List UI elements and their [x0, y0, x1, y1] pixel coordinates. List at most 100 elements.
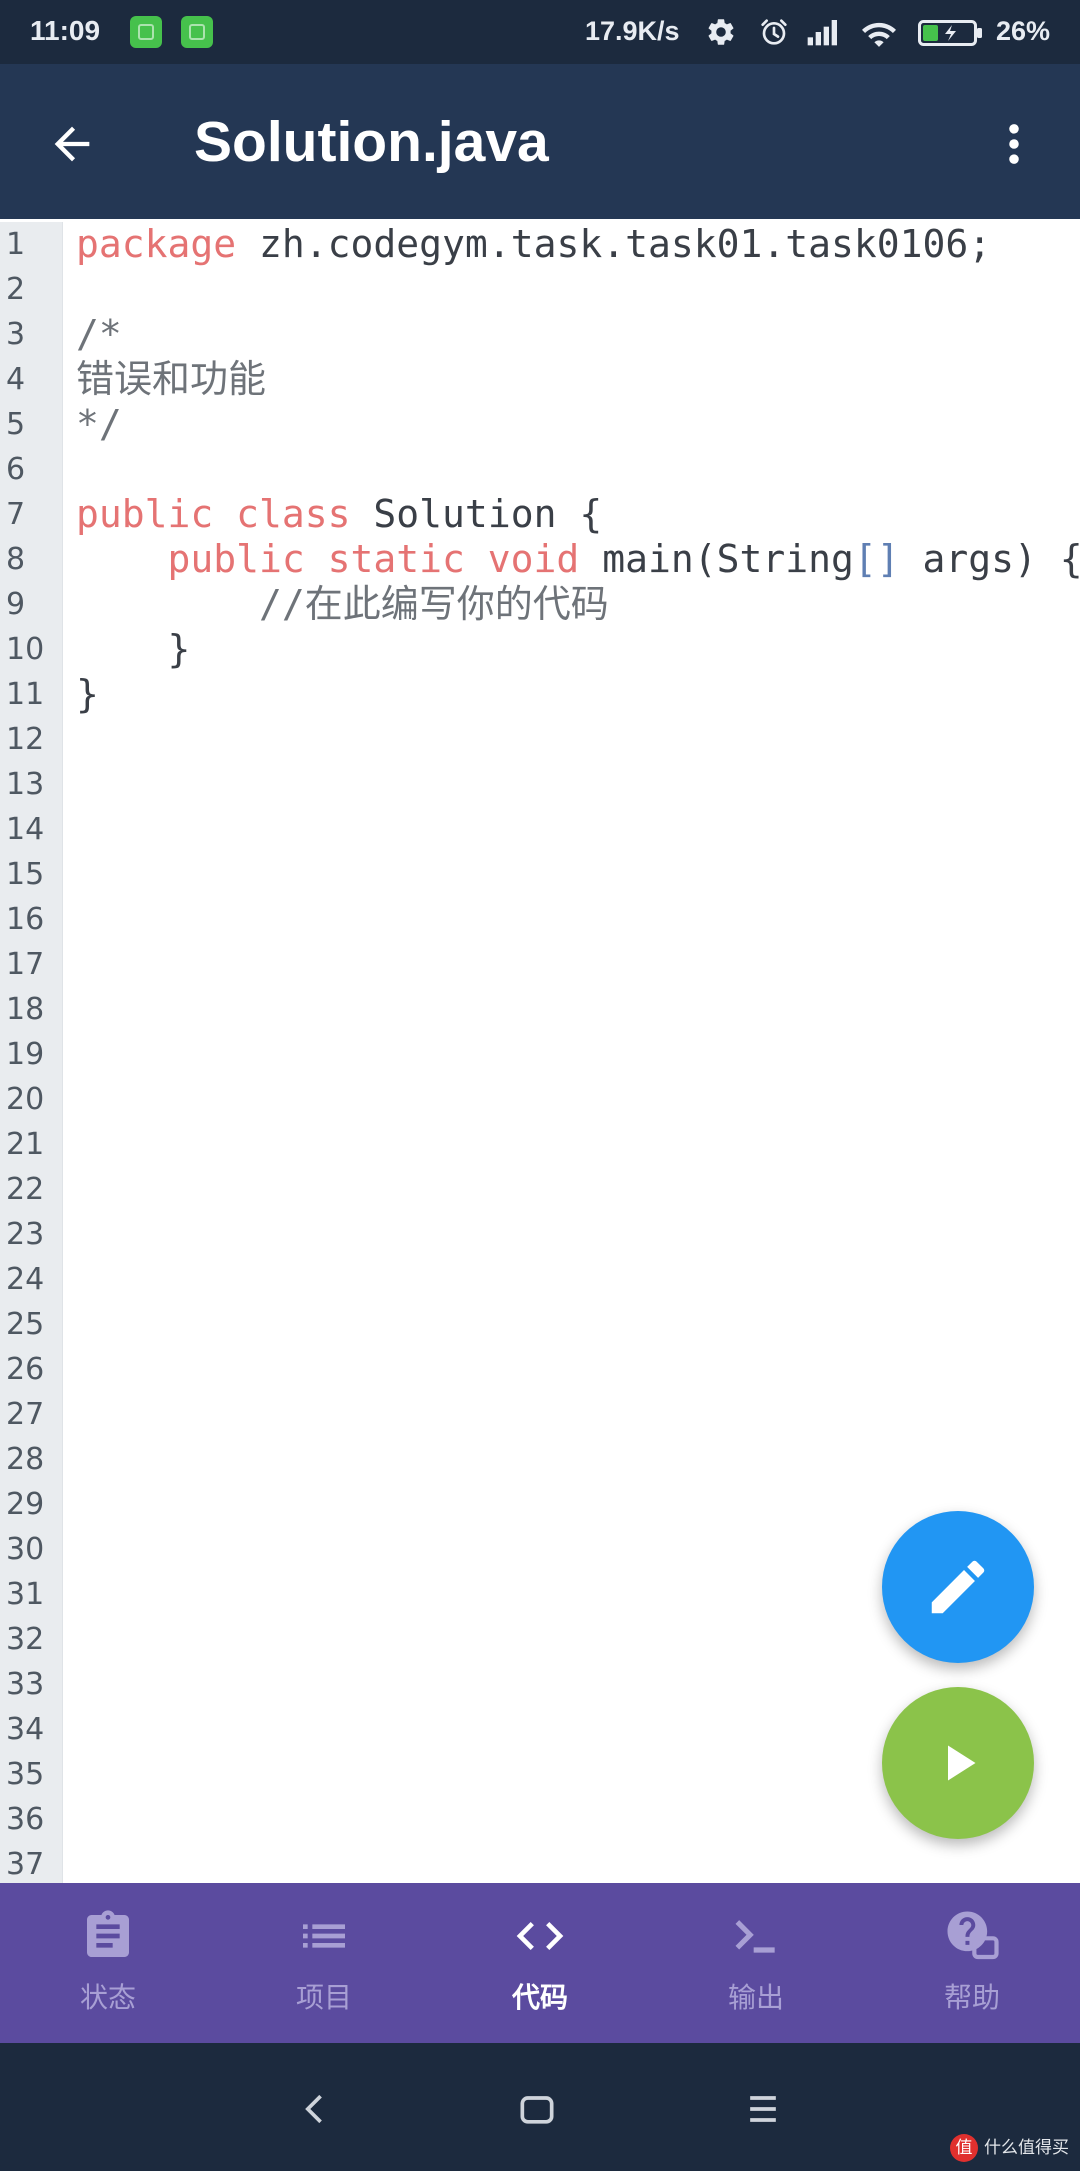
nav-home-icon[interactable]	[515, 2087, 559, 2131]
tab-label: 帮助	[943, 1982, 1000, 2013]
code-line: 21	[0, 1122, 1080, 1167]
line-number: 4	[0, 357, 63, 402]
code-line-content: 错误和功能	[63, 357, 1080, 402]
nav-back-icon[interactable]	[294, 2087, 338, 2131]
page-title: Solution.java	[194, 110, 549, 174]
line-number: 21	[0, 1122, 63, 1167]
alarm-icon	[761, 19, 787, 45]
battery-level: 26%	[996, 16, 1051, 46]
line-number: 24	[0, 1257, 63, 1302]
code-line: 17	[0, 942, 1080, 987]
arrow-back-icon[interactable]	[46, 118, 98, 170]
code-line-content: public static void main(String[] args) {	[63, 537, 1080, 582]
line-number: 30	[0, 1527, 63, 1572]
code-line-content	[63, 1077, 1080, 1122]
more-vert-icon[interactable]	[988, 118, 1040, 170]
signal-icon	[807, 20, 837, 46]
code-line: 20	[0, 1077, 1080, 1122]
line-number: 12	[0, 717, 63, 762]
line-number: 16	[0, 897, 63, 942]
code-line: 15	[0, 852, 1080, 897]
code-token-plain: Solution {	[350, 492, 603, 536]
code-line: 37	[0, 1842, 1080, 1883]
line-number: 15	[0, 852, 63, 897]
app-bar: Solution.java	[0, 64, 1080, 219]
code-token-comment: //在此编写你的代码	[76, 582, 609, 626]
play-icon	[948, 1745, 976, 1781]
code-line-content	[63, 852, 1080, 897]
tab-label: 状态	[79, 1982, 136, 2013]
code-token-keyword: public static void	[76, 537, 580, 581]
code-token-plain: }	[76, 627, 191, 671]
line-number: 23	[0, 1212, 63, 1257]
network-speed: 17.9K/s	[585, 16, 680, 46]
run-button[interactable]	[882, 1687, 1034, 1839]
line-number: 2	[0, 267, 63, 312]
line-number: 11	[0, 672, 63, 717]
code-line-content: */	[63, 402, 1080, 447]
code-line: 2	[0, 267, 1080, 312]
status-time: 11:09	[30, 15, 101, 46]
code-line: 4 错误和功能	[0, 357, 1080, 402]
line-number: 1	[0, 222, 63, 267]
list-icon	[303, 1924, 345, 1948]
code-line: 25	[0, 1302, 1080, 1347]
code-line: 7 public class Solution {	[0, 492, 1080, 537]
line-number: 14	[0, 807, 63, 852]
battery-icon	[918, 20, 982, 46]
line-number: 34	[0, 1707, 63, 1752]
tab-label: 输出	[727, 1982, 784, 2013]
system-navigation-bar	[0, 2043, 1080, 2171]
watermark-logo: 值	[950, 2134, 978, 2162]
code-line-content	[63, 1302, 1080, 1347]
line-number: 36	[0, 1797, 63, 1842]
tab-status[interactable]: 状态	[0, 1883, 216, 2043]
tab-project[interactable]: 项目	[216, 1883, 432, 2043]
line-number: 17	[0, 942, 63, 987]
settings-icon	[708, 19, 734, 45]
code-line-content	[63, 267, 1080, 312]
code-line: 13	[0, 762, 1080, 807]
tab-help[interactable]: 帮助	[864, 1883, 1080, 2043]
code-line: 9 //在此编写你的代码	[0, 582, 1080, 627]
line-number: 18	[0, 987, 63, 1032]
code-line: 5 */	[0, 402, 1080, 447]
edit-button[interactable]	[882, 1511, 1034, 1663]
tab-output[interactable]: 输出	[648, 1883, 864, 2043]
wifi-icon	[862, 22, 896, 47]
code-line: 3 /*	[0, 312, 1080, 357]
line-number: 9	[0, 582, 63, 627]
code-line-content	[63, 762, 1080, 807]
code-line-content: /*	[63, 312, 1080, 357]
clipboard-icon	[87, 1910, 129, 1957]
line-number: 6	[0, 447, 63, 492]
nav-recents-icon[interactable]	[741, 2087, 785, 2131]
code-token-plain: main(String	[579, 537, 854, 581]
app-notification-icon	[181, 16, 213, 48]
code-token-plain: }	[76, 672, 99, 716]
code-line-content	[63, 897, 1080, 942]
watermark-text: 什么值得买	[984, 2138, 1069, 2157]
line-number: 25	[0, 1302, 63, 1347]
code-line-content	[63, 807, 1080, 852]
line-number: 7	[0, 492, 63, 537]
code-line-content: }	[63, 672, 1080, 717]
code-line-content	[63, 1122, 1080, 1167]
line-number: 5	[0, 402, 63, 447]
code-line-content	[63, 1842, 1080, 1883]
code-token-comment: 错误和功能	[76, 357, 267, 401]
code-line-content	[63, 987, 1080, 1032]
status-bar: 11:09 17.9K/s 26%	[0, 0, 1080, 64]
code-line-content	[63, 1347, 1080, 1392]
tab-code[interactable]: 代码	[432, 1883, 648, 2043]
code-line-content	[63, 1392, 1080, 1437]
code-line: 22	[0, 1167, 1080, 1212]
code-line: 29	[0, 1482, 1080, 1527]
code-token-plain: zh.codegym.task.task01.task0106;	[236, 222, 992, 266]
code-line-content	[63, 1437, 1080, 1482]
code-token-keyword: package	[76, 222, 237, 266]
line-number: 26	[0, 1347, 63, 1392]
code-line: 16	[0, 897, 1080, 942]
line-number: 8	[0, 537, 63, 582]
line-number: 27	[0, 1392, 63, 1437]
